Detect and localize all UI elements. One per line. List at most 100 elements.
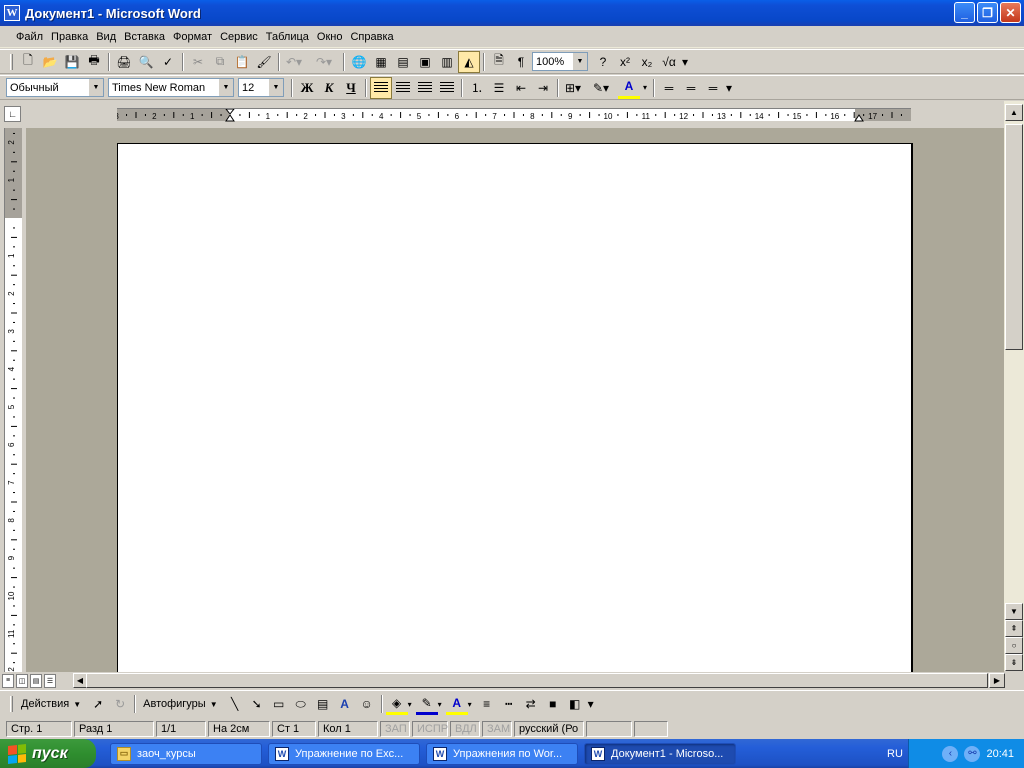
status-overtype[interactable]: ЗАМ: [482, 721, 512, 737]
decrease-indent-icon[interactable]: ⇤: [510, 77, 532, 99]
bold-button[interactable]: Ж: [296, 77, 318, 99]
align-left-icon[interactable]: [370, 76, 392, 99]
chevron-down-icon[interactable]: ▾: [468, 700, 472, 709]
line-color-icon[interactable]: ✎: [415, 693, 438, 715]
chevron-down-icon[interactable]: ▼: [219, 79, 233, 96]
print-icon[interactable]: 🖨: [113, 51, 135, 73]
line-style-2-icon[interactable]: ═: [680, 77, 702, 99]
previous-page-icon[interactable]: ⇞: [1005, 620, 1023, 637]
outline-view-icon[interactable]: ☰: [44, 673, 56, 688]
language-indicator[interactable]: RU: [887, 748, 903, 760]
permission-icon[interactable]: 🖶: [83, 51, 105, 73]
tables-borders-icon[interactable]: ▦: [370, 51, 392, 73]
font-size-select[interactable]: 12 ▼: [238, 78, 284, 97]
document-page[interactable]: [117, 143, 913, 672]
chevron-down-icon[interactable]: ▾: [438, 700, 442, 709]
3d-icon[interactable]: ◧: [564, 693, 586, 715]
undo-icon[interactable]: ↶▾: [283, 51, 305, 73]
arrow-style-icon[interactable]: ⇄: [520, 693, 542, 715]
fill-color-icon[interactable]: ◈: [385, 693, 408, 715]
oval-icon[interactable]: ⬭: [290, 693, 312, 715]
increase-indent-icon[interactable]: ⇥: [532, 77, 554, 99]
line-style-3-icon[interactable]: ═: [702, 77, 724, 99]
normal-view-icon[interactable]: ≡: [2, 673, 14, 688]
chevron-down-icon[interactable]: ▾: [408, 700, 412, 709]
open-folder-icon[interactable]: 📂: [39, 51, 61, 73]
line-style-icon[interactable]: ═: [658, 77, 680, 99]
line-style-icon[interactable]: ≡: [476, 693, 498, 715]
toolbar-options-icon[interactable]: ▾: [586, 693, 596, 715]
browse-object-icon[interactable]: ○: [1005, 637, 1023, 654]
cut-icon[interactable]: ✂: [187, 51, 209, 73]
subscript-icon[interactable]: x₂: [636, 51, 658, 73]
copy-icon[interactable]: ⧉: [209, 51, 231, 73]
font-color-icon[interactable]: A: [445, 693, 468, 715]
borders-icon[interactable]: ⊞▾: [562, 77, 584, 99]
help-icon[interactable]: ?: [592, 51, 614, 73]
menu-tools[interactable]: Сервис: [216, 31, 262, 43]
print-layout-icon[interactable]: ▤: [30, 673, 42, 688]
status-track-changes[interactable]: ИСПР: [412, 721, 448, 737]
select-objects-icon[interactable]: ➚: [87, 693, 109, 715]
toolbar-grip[interactable]: [10, 53, 13, 70]
redo-icon[interactable]: ↷▾: [313, 51, 335, 73]
justify-icon[interactable]: [436, 77, 458, 99]
taskbar-item-document1[interactable]: W Документ1 - Microso...: [584, 742, 736, 765]
status-language[interactable]: русский (Ро: [514, 721, 584, 737]
status-spelling[interactable]: [586, 721, 632, 737]
menu-table[interactable]: Таблица: [262, 31, 313, 43]
menu-help[interactable]: Справка: [346, 31, 397, 43]
paste-icon[interactable]: 📋: [231, 51, 253, 73]
toolbar-options-icon[interactable]: ▾: [724, 77, 734, 99]
spelling-icon[interactable]: ✓: [157, 51, 179, 73]
start-button[interactable]: пуск: [0, 739, 96, 768]
clock[interactable]: 20:41: [986, 748, 1014, 760]
align-center-icon[interactable]: [392, 77, 414, 99]
menu-format[interactable]: Формат: [169, 31, 216, 43]
menu-insert[interactable]: Вставка: [120, 31, 169, 43]
insert-excel-icon[interactable]: ▣: [414, 51, 436, 73]
text-box-icon[interactable]: ▤: [312, 693, 334, 715]
scroll-thumb[interactable]: [1005, 124, 1023, 350]
scroll-left-icon[interactable]: ◀: [73, 673, 87, 688]
bullets-icon[interactable]: ☰: [488, 77, 510, 99]
next-page-icon[interactable]: ⇟: [1005, 654, 1023, 671]
style-select[interactable]: Обычный ▼: [6, 78, 104, 97]
status-record[interactable]: ЗАП: [380, 721, 410, 737]
hanging-indent-marker[interactable]: [225, 114, 235, 122]
autoshapes-menu[interactable]: Автофигуры: [143, 698, 206, 710]
chevron-down-icon[interactable]: ▼: [210, 700, 218, 709]
columns-icon[interactable]: ▥: [436, 51, 458, 73]
vertical-scrollbar[interactable]: ▲ ▼ ⇞ ○ ⇟: [1004, 101, 1024, 671]
vertical-ruler[interactable]: 2 1 1 2 3 4 5 6 7 8 9 10 11 12: [4, 128, 22, 672]
chevron-down-icon[interactable]: ▼: [573, 53, 587, 70]
line-icon[interactable]: ╲: [224, 693, 246, 715]
web-view-icon[interactable]: ◫: [16, 673, 28, 688]
scroll-up-icon[interactable]: ▲: [1005, 104, 1023, 121]
toolbar-options-icon[interactable]: ▾: [680, 51, 690, 73]
scroll-down-icon[interactable]: ▼: [1005, 603, 1023, 620]
ruler-strip[interactable]: 3211234567891011121314151617: [117, 108, 911, 122]
rectangle-icon[interactable]: ▭: [268, 693, 290, 715]
zoom-select[interactable]: 100% ▼: [532, 52, 588, 71]
drawing-icon[interactable]: ◭: [458, 50, 480, 73]
superscript-icon[interactable]: x²: [614, 51, 636, 73]
restore-button[interactable]: ❐: [977, 2, 998, 23]
taskbar-item-word-exercises[interactable]: W Упражнения по Wor...: [426, 742, 578, 765]
taskbar-item-word-excel[interactable]: W Упражнение по Exc...: [268, 742, 420, 765]
status-extend[interactable]: ВДЛ: [450, 721, 480, 737]
document-map-icon[interactable]: 🗎: [488, 51, 510, 73]
font-color-icon[interactable]: A: [618, 77, 640, 99]
minimize-button[interactable]: _: [954, 2, 975, 23]
font-select[interactable]: Times New Roman ▼: [108, 78, 234, 97]
scroll-right-icon[interactable]: ▶: [989, 673, 1005, 688]
first-line-indent-marker[interactable]: [225, 109, 235, 115]
title-bar[interactable]: W Документ1 - Microsoft Word _ ❐ ✕: [0, 0, 1024, 26]
align-right-icon[interactable]: [414, 77, 436, 99]
save-icon[interactable]: 💾: [61, 51, 83, 73]
word-icon[interactable]: W: [4, 5, 20, 21]
toolbar-grip[interactable]: [10, 696, 13, 712]
chevron-down-icon[interactable]: ▼: [89, 79, 103, 96]
right-indent-marker[interactable]: [854, 114, 864, 122]
format-painter-icon[interactable]: 🖌: [253, 51, 275, 73]
